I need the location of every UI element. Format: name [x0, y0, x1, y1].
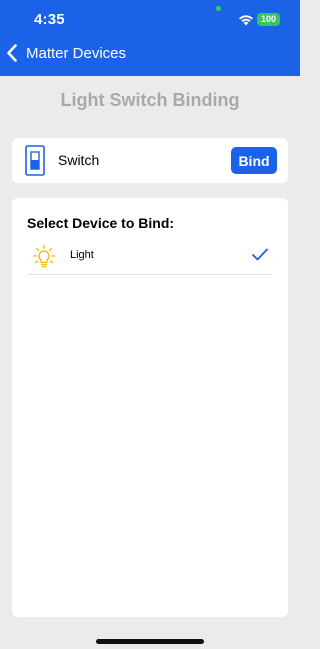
checkmark-icon [252, 248, 268, 261]
battery-indicator: 100 [257, 13, 280, 26]
switch-card: Switch Bind [12, 138, 288, 183]
home-indicator[interactable] [96, 639, 204, 644]
device-list-title: Select Device to Bind: [27, 215, 175, 231]
device-list-item[interactable]: Light [27, 238, 272, 275]
device-list-card: Select Device to Bind: Light [12, 198, 288, 617]
light-bulb-icon [32, 244, 56, 268]
back-button[interactable]: Matter Devices [6, 43, 126, 63]
device-label: Light [70, 249, 94, 261]
wifi-icon [239, 15, 253, 26]
privacy-indicator-dot [216, 6, 221, 11]
switch-label: Switch [58, 152, 100, 168]
page-title: Light Switch Binding [60, 90, 240, 110]
back-label: Matter Devices [26, 44, 127, 62]
status-time: 4:35 [34, 11, 65, 28]
navigation-header: 4:35 100 Matter Devices [0, 0, 300, 76]
chevron-left-icon [7, 44, 17, 62]
bind-button[interactable]: Bind [231, 147, 277, 174]
light-switch-icon [25, 145, 45, 176]
